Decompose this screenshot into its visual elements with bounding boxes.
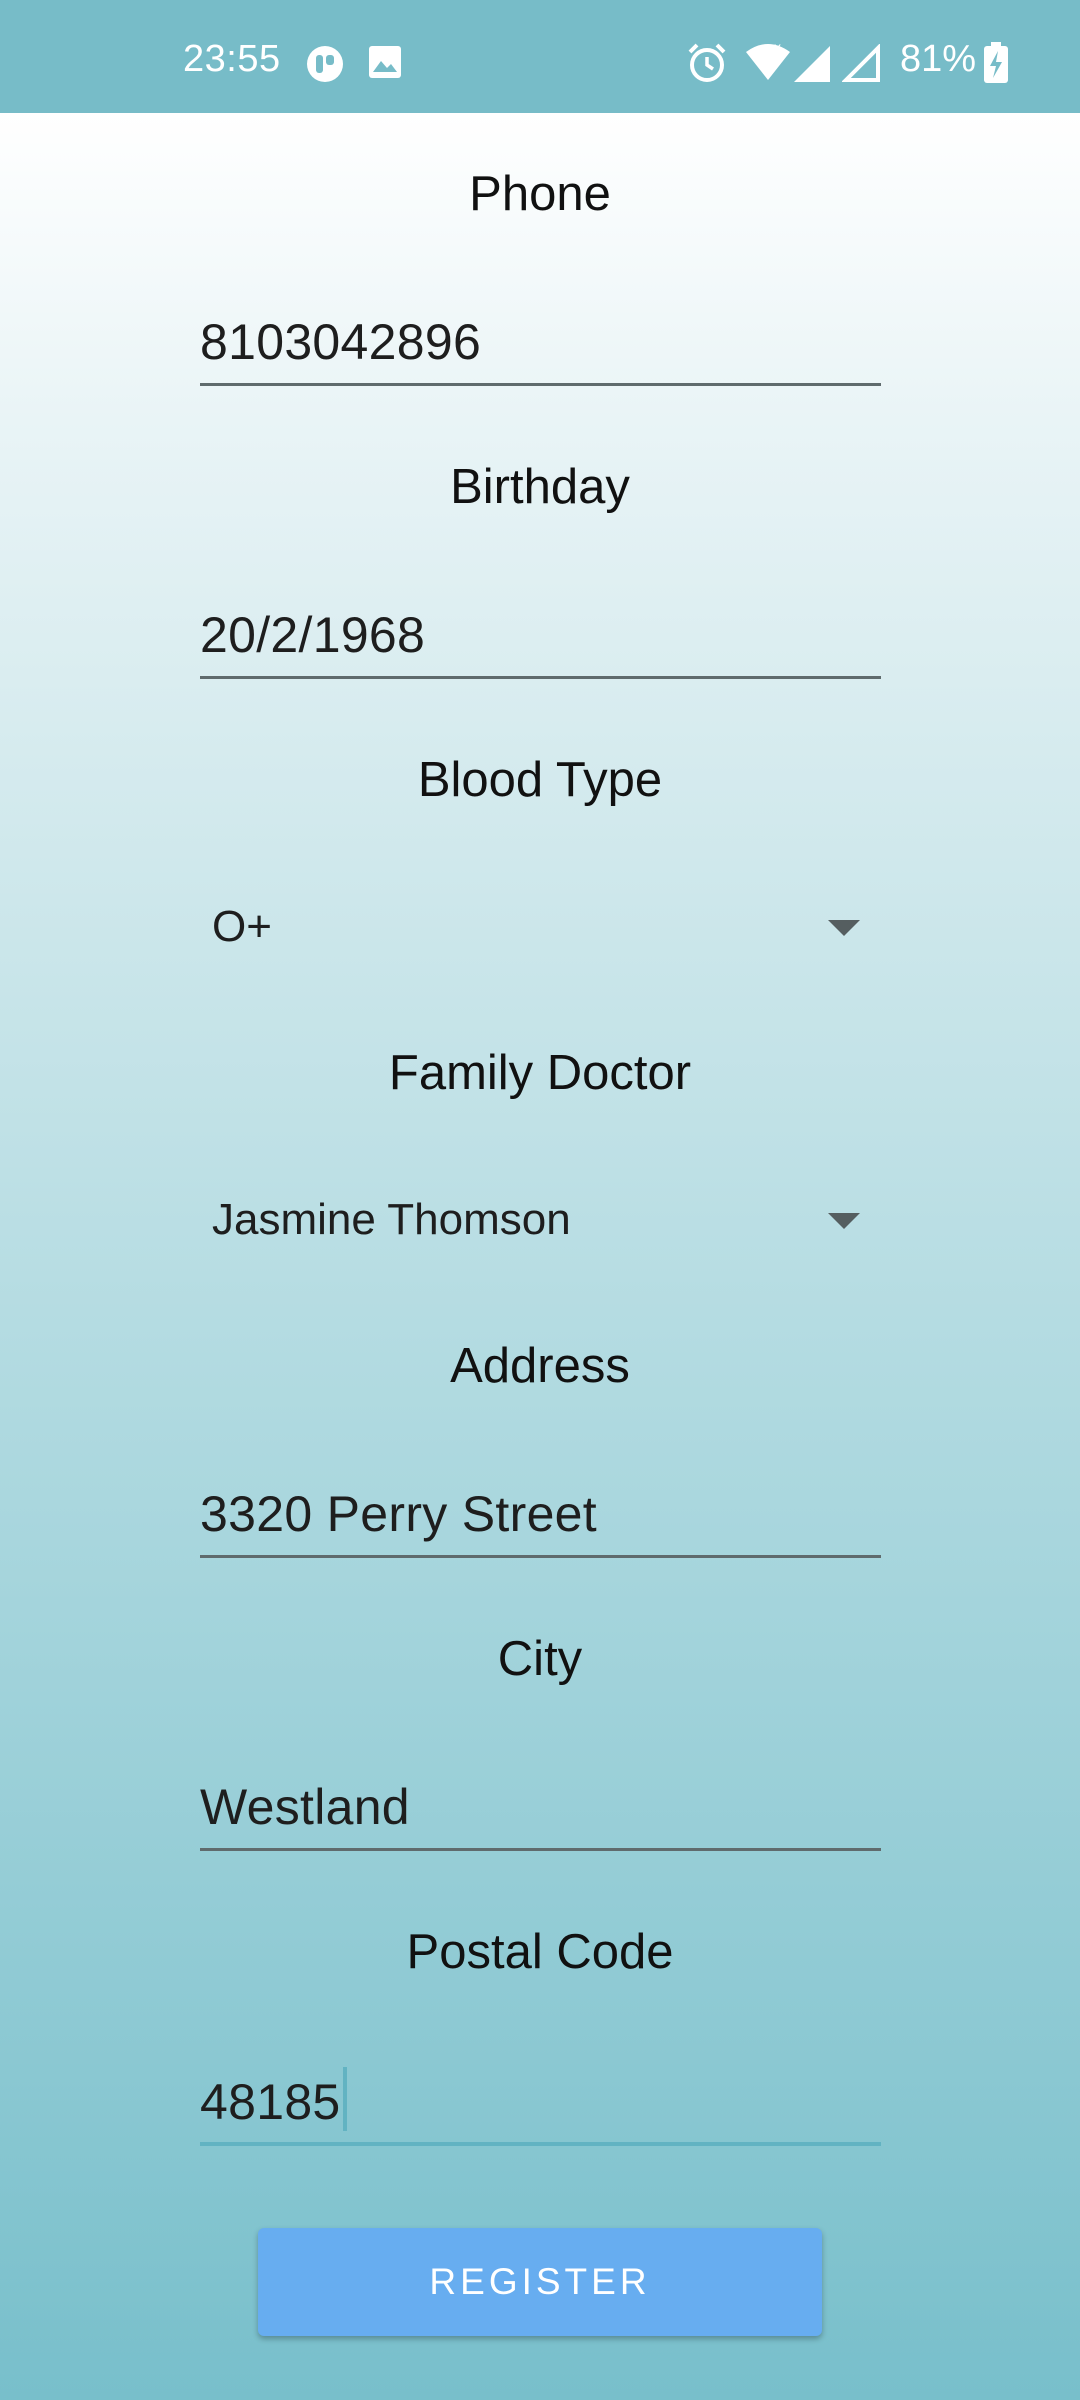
battery-charging-icon: [983, 42, 1009, 89]
postal-code-field[interactable]: 48185: [200, 2062, 881, 2146]
address-label: Address: [450, 1339, 630, 1393]
address-underline: [200, 1555, 881, 1558]
address-value: 3320 Perry Street: [200, 1486, 597, 1542]
notification-app-icon: [305, 44, 345, 89]
city-label: City: [497, 1632, 583, 1686]
status-time: 23:55: [183, 38, 281, 80]
postal-code-value: 48185: [200, 2067, 347, 2131]
dropdown-arrow-icon: [828, 920, 860, 936]
battery-percentage: 81%: [900, 38, 977, 80]
wifi-icon: x: [744, 39, 792, 89]
birthday-value: 20/2/1968: [200, 607, 426, 663]
signal-icon: [792, 44, 832, 89]
city-value: Westland: [200, 1779, 410, 1835]
city-field[interactable]: Westland: [200, 1767, 881, 1851]
signal-empty-icon: [841, 43, 882, 89]
blood-type-dropdown[interactable]: O+: [200, 882, 860, 972]
phone-value: 8103042896: [200, 314, 482, 370]
family-doctor-label: Family Doctor: [388, 1046, 692, 1100]
family-doctor-value: Jasmine Thomson: [212, 1195, 571, 1244]
phone-underline: [200, 383, 881, 386]
dropdown-arrow-icon: [828, 1213, 860, 1229]
city-underline: [200, 1848, 881, 1851]
family-doctor-dropdown[interactable]: Jasmine Thomson: [200, 1175, 860, 1265]
text-cursor: [342, 2067, 347, 2131]
image-icon: [367, 44, 403, 85]
blood-type-value: O+: [212, 902, 272, 951]
status-bar: 23:55 x 81%: [0, 0, 1080, 113]
postal-code-text: 48185: [200, 2074, 341, 2130]
phone-label: Phone: [469, 167, 611, 221]
postal-code-underline: [200, 2142, 881, 2146]
phone-field[interactable]: 8103042896: [200, 302, 881, 386]
birthday-field[interactable]: 20/2/1968: [200, 595, 881, 679]
svg-text:x: x: [774, 40, 781, 55]
alarm-icon: [686, 42, 728, 89]
postal-code-label: Postal Code: [406, 1925, 674, 1979]
birthday-label: Birthday: [450, 460, 630, 514]
register-button[interactable]: REGISTER: [258, 2228, 822, 2336]
address-field[interactable]: 3320 Perry Street: [200, 1474, 881, 1558]
blood-type-label: Blood Type: [417, 753, 663, 807]
birthday-underline: [200, 676, 881, 679]
